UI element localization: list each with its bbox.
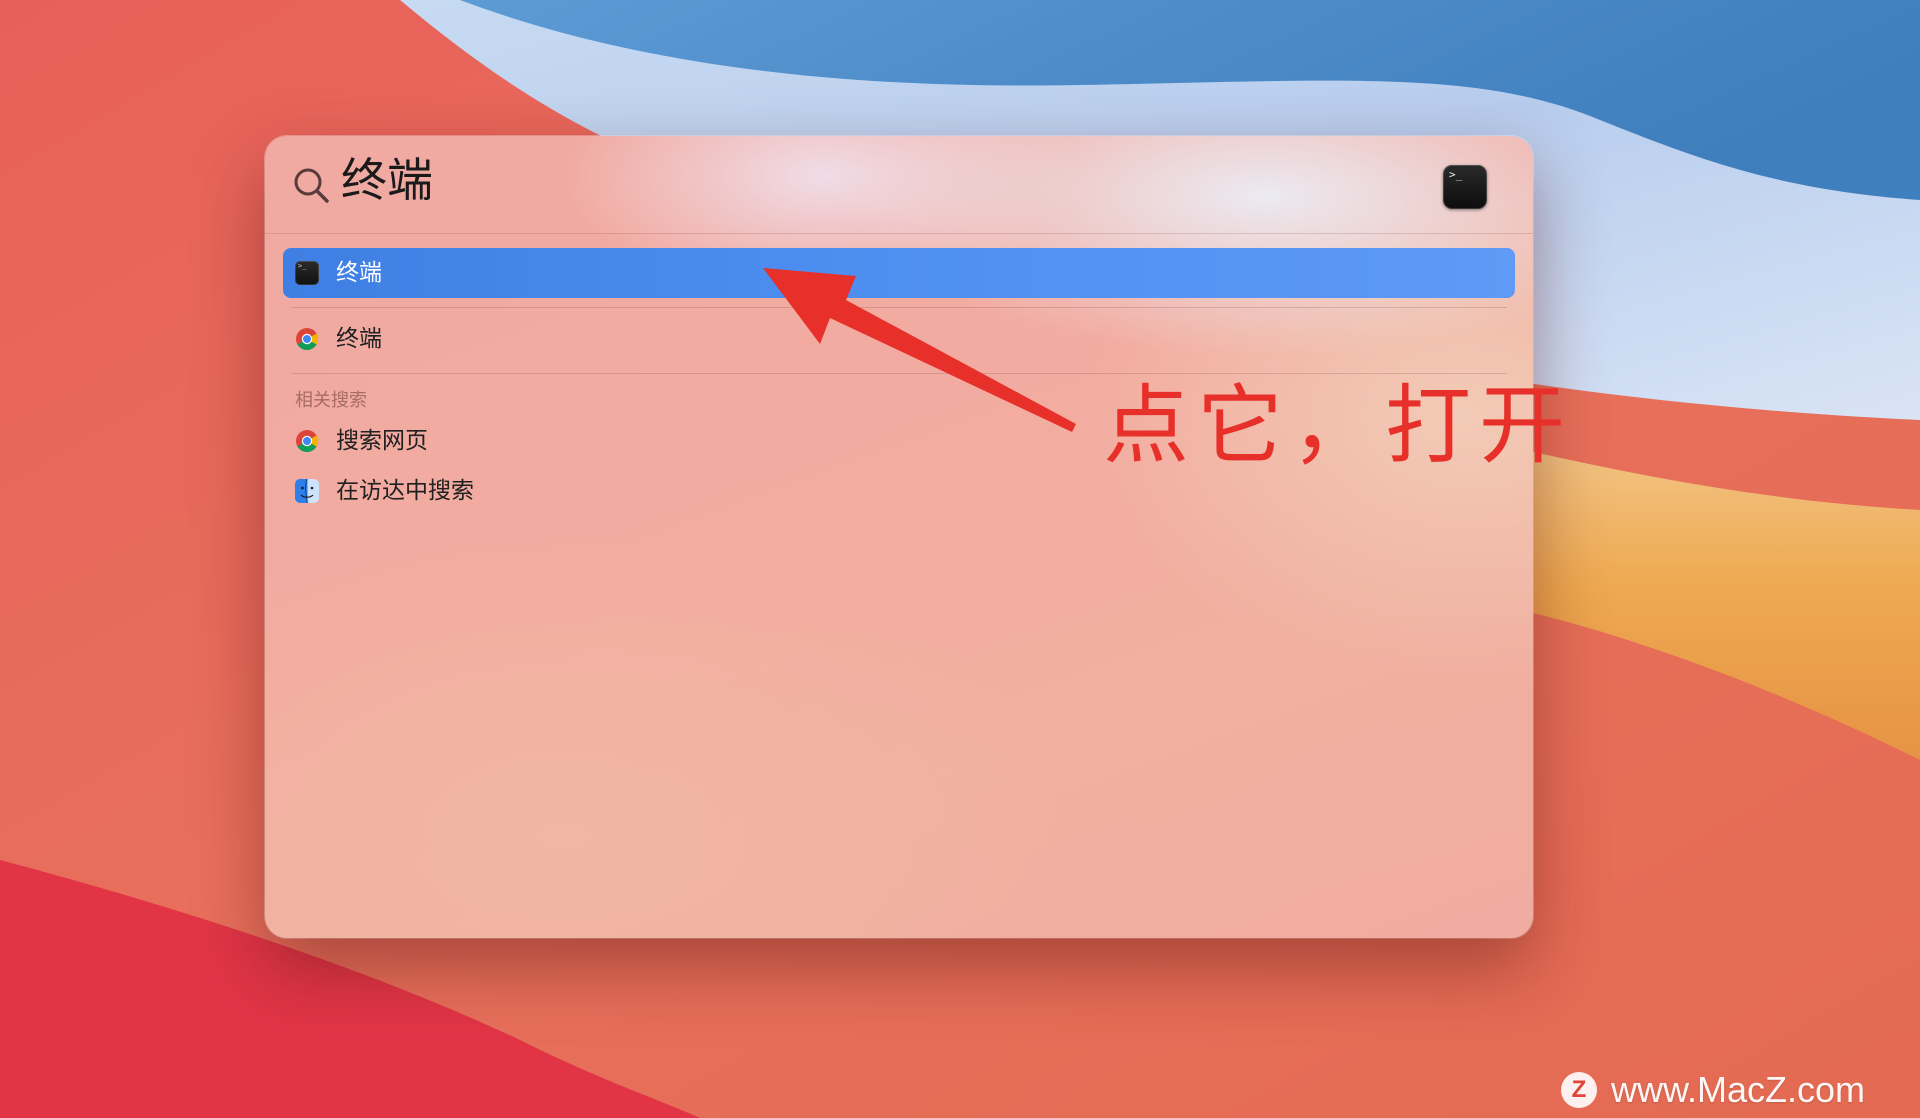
spotlight-window: 终端 >_ >_ 终端 终端 相关搜索 搜索网页 在访达中搜索 [265,136,1533,938]
terminal-icon: >_ [295,261,319,285]
result-terminal-app[interactable]: >_ 终端 [283,248,1515,298]
search-bar[interactable]: 终端 >_ [265,136,1533,234]
macz-logo-icon: Z [1561,1072,1597,1108]
search-query[interactable]: 终端 [341,152,433,208]
divider [291,307,1507,308]
terminal-icon: >_ [1443,165,1487,209]
related-searches-header: 相关搜索 [295,390,367,411]
result-label: 终端 [336,260,382,286]
search-icon [292,166,332,206]
chrome-icon [295,327,319,351]
search-in-finder-label: 在访达中搜索 [336,478,474,504]
desktop: 终端 >_ >_ 终端 终端 相关搜索 搜索网页 在访达中搜索 点它，打开 Z … [0,0,1920,1118]
result-label: 终端 [336,326,382,352]
divider [291,373,1507,374]
chrome-icon [295,429,319,453]
finder-icon [295,479,319,503]
result-terminal-web[interactable]: 终端 [283,314,1515,364]
search-web-label: 搜索网页 [336,428,428,454]
annotation-text: 点它，打开 [1103,376,1573,476]
watermark-site: www.MacZ.com [1611,1069,1866,1110]
